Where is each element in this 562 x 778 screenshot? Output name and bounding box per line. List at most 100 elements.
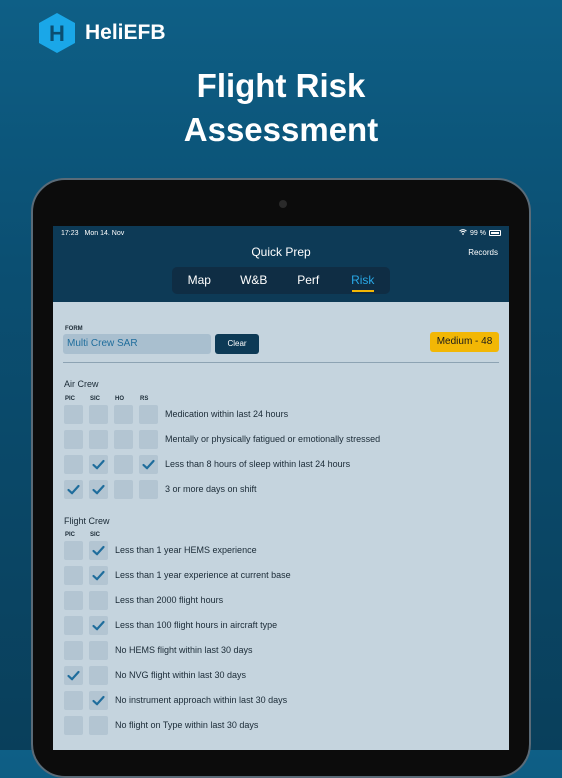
risk-form-content: FORM Multi Crew SAR Clear Medium - 48 Ai… bbox=[53, 302, 509, 750]
checkbox-sic[interactable] bbox=[89, 590, 108, 610]
col-pic: PIC bbox=[65, 396, 76, 402]
checkbox-pic[interactable] bbox=[64, 590, 83, 610]
col-pic-flight: PIC bbox=[65, 532, 76, 538]
tab-map[interactable]: Map bbox=[172, 267, 227, 294]
checkbox-sic[interactable] bbox=[89, 715, 108, 735]
brand-header: H HeliEFB bbox=[37, 12, 166, 54]
status-date: Mon 14. Nov bbox=[84, 229, 125, 237]
risk-item-row: No NVG flight within last 30 days bbox=[64, 665, 246, 685]
risk-item-label: Less than 8 hours of sleep within last 2… bbox=[165, 459, 351, 469]
col-sic: SIC bbox=[90, 396, 101, 402]
risk-item-label: Less than 1 year experience at current b… bbox=[115, 570, 291, 580]
checkbox-sic[interactable] bbox=[89, 479, 108, 499]
battery-percent: 99 % bbox=[470, 229, 486, 237]
checkmark-icon bbox=[89, 480, 108, 499]
checkbox-rs[interactable] bbox=[139, 429, 158, 449]
risk-item-label: No NVG flight within last 30 days bbox=[115, 670, 247, 680]
checkbox-sic[interactable] bbox=[89, 454, 108, 474]
col-ho: HO bbox=[115, 396, 124, 402]
nav-title: Quick Prep bbox=[251, 245, 311, 259]
checkbox-ho[interactable] bbox=[114, 429, 133, 449]
headline-line-1: Flight Risk bbox=[196, 67, 366, 104]
checkmark-icon bbox=[89, 616, 108, 635]
risk-item-label: No HEMS flight within last 30 days bbox=[115, 645, 253, 655]
checkbox-rs[interactable] bbox=[139, 479, 158, 499]
risk-item-row: No HEMS flight within last 30 days bbox=[64, 640, 253, 660]
logo-letter: H bbox=[49, 21, 65, 46]
risk-item-label: No flight on Type within last 30 days bbox=[115, 720, 259, 730]
risk-item-row: 3 or more days on shift bbox=[64, 479, 257, 499]
checkmark-icon bbox=[64, 480, 83, 499]
checkbox-pic[interactable] bbox=[64, 565, 83, 585]
segment-bar: Map W&B Perf Risk bbox=[53, 264, 509, 302]
headline-line-2: Assessment bbox=[183, 111, 379, 148]
checkbox-pic[interactable] bbox=[64, 640, 83, 660]
risk-item-label: 3 or more days on shift bbox=[165, 484, 257, 494]
checkmark-icon bbox=[89, 455, 108, 474]
tab-weight-balance[interactable]: W&B bbox=[227, 267, 282, 294]
col-sic-flight: SIC bbox=[90, 532, 101, 538]
checkbox-sic[interactable] bbox=[89, 665, 108, 685]
status-bar: 17:23 Mon 14. Nov 99 % bbox=[53, 226, 509, 240]
risk-item-label: Less than 100 flight hours in aircraft t… bbox=[115, 620, 278, 630]
wifi-icon bbox=[459, 229, 467, 237]
segmented-control: Map W&B Perf Risk bbox=[172, 267, 390, 294]
divider bbox=[63, 362, 499, 363]
checkmark-icon bbox=[64, 666, 83, 685]
app-screen: 17:23 Mon 14. Nov 99 % Quick Prep Record… bbox=[53, 226, 509, 750]
checkbox-sic[interactable] bbox=[89, 404, 108, 424]
checkbox-sic[interactable] bbox=[89, 429, 108, 449]
flight-crew-title: Flight Crew bbox=[64, 516, 110, 526]
checkbox-sic[interactable] bbox=[89, 690, 108, 710]
risk-item-row: Less than 1 year HEMS experience bbox=[64, 540, 257, 560]
checkmark-icon bbox=[89, 541, 108, 560]
checkbox-sic[interactable] bbox=[89, 565, 108, 585]
camera-icon bbox=[279, 200, 287, 208]
status-time: 17:23 bbox=[61, 229, 79, 237]
checkmark-icon bbox=[89, 691, 108, 710]
checkbox-rs[interactable] bbox=[139, 454, 158, 474]
checkbox-pic[interactable] bbox=[64, 615, 83, 635]
active-tab-indicator bbox=[351, 290, 374, 292]
form-label: FORM bbox=[65, 326, 83, 332]
checkbox-ho[interactable] bbox=[114, 404, 133, 424]
tab-risk[interactable]: Risk bbox=[336, 267, 391, 294]
checkbox-pic[interactable] bbox=[64, 665, 83, 685]
checkbox-ho[interactable] bbox=[114, 454, 133, 474]
checkbox-pic[interactable] bbox=[64, 479, 83, 499]
clear-button[interactable]: Clear bbox=[215, 334, 259, 354]
risk-item-row: Less than 2000 flight hours bbox=[64, 590, 223, 610]
checkmark-icon bbox=[139, 455, 158, 474]
checkbox-rs[interactable] bbox=[139, 404, 158, 424]
battery-icon bbox=[489, 230, 501, 236]
checkmark-icon bbox=[89, 566, 108, 585]
checkbox-pic[interactable] bbox=[64, 715, 83, 735]
checkbox-pic[interactable] bbox=[64, 690, 83, 710]
checkbox-pic[interactable] bbox=[64, 404, 83, 424]
checkbox-pic[interactable] bbox=[64, 429, 83, 449]
checkbox-sic[interactable] bbox=[89, 540, 108, 560]
risk-item-row: No flight on Type within last 30 days bbox=[64, 715, 258, 735]
checkbox-ho[interactable] bbox=[114, 479, 133, 499]
checkbox-sic[interactable] bbox=[89, 615, 108, 635]
checkbox-pic[interactable] bbox=[64, 454, 83, 474]
brand-name: HeliEFB bbox=[85, 21, 166, 44]
records-button[interactable]: Records bbox=[468, 248, 498, 257]
form-select-field[interactable]: Multi Crew SAR bbox=[63, 334, 211, 354]
risk-item-row: Less than 1 year experience at current b… bbox=[64, 565, 291, 585]
risk-item-row: No instrument approach within last 30 da… bbox=[64, 690, 287, 710]
risk-item-row: Mentally or physically fatigued or emoti… bbox=[64, 429, 380, 449]
risk-score-badge: Medium - 48 bbox=[430, 332, 499, 352]
nav-bar: Quick Prep Records bbox=[53, 240, 509, 264]
tab-performance[interactable]: Perf bbox=[281, 267, 336, 294]
risk-item-row: Less than 8 hours of sleep within last 2… bbox=[64, 454, 350, 474]
risk-item-label: Less than 2000 flight hours bbox=[115, 595, 224, 605]
risk-item-label: Medication within last 24 hours bbox=[165, 409, 289, 419]
risk-item-label: Mentally or physically fatigued or emoti… bbox=[165, 434, 381, 444]
risk-item-label: Less than 1 year HEMS experience bbox=[115, 545, 257, 555]
checkbox-pic[interactable] bbox=[64, 540, 83, 560]
risk-item-row: Medication within last 24 hours bbox=[64, 404, 288, 424]
checkbox-sic[interactable] bbox=[89, 640, 108, 660]
risk-item-label: No instrument approach within last 30 da… bbox=[115, 695, 288, 705]
risk-item-row: Less than 100 flight hours in aircraft t… bbox=[64, 615, 277, 635]
